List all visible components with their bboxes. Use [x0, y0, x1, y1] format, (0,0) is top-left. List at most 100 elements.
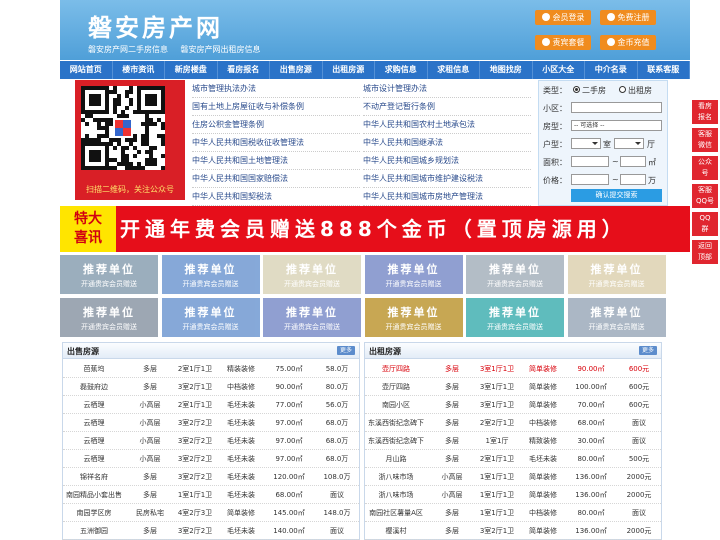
listing-cell: 毛坯未装: [529, 455, 557, 463]
register-button[interactable]: 免费注册: [600, 10, 656, 25]
news-link[interactable]: 住房公积金管理条例: [192, 116, 360, 134]
recommended-unit-ad[interactable]: 推荐单位 开通贵宾会员赠送: [161, 298, 260, 337]
news-link[interactable]: 国有土地上房屋征收与补偿条例: [192, 98, 360, 116]
news-link[interactable]: 城市设计管理办法: [363, 80, 531, 98]
news-link[interactable]: 中华人民共和国土地管理法: [192, 152, 360, 170]
radio-rent[interactable]: [619, 86, 626, 93]
listing-cell: 浙八味市场: [378, 473, 414, 481]
side-button[interactable]: 公众号: [692, 156, 718, 180]
listing-cell: 磊鼓府边: [80, 383, 108, 391]
listing-row[interactable]: 磊鼓府边 多层 3室2厅1卫 中档装修 90.00㎡ 80.0万: [63, 378, 359, 396]
listing-row[interactable]: 月山路 多层 2室1厅1卫 毛坯未装 80.00㎡ 500元: [365, 450, 661, 468]
listing-row[interactable]: 壶厅四路 多层 3室1厅1卫 简单装修 90.00㎡ 600元: [365, 360, 661, 378]
room-count-select[interactable]: [571, 138, 601, 149]
recommended-unit-ad[interactable]: 推荐单位 开通贵宾会员赠送: [60, 255, 158, 294]
nav-item[interactable]: 新房楼盘: [165, 61, 218, 79]
recommended-unit-ad[interactable]: 推荐单位 开通贵宾会员赠送: [263, 298, 361, 337]
radio-secondhand[interactable]: [573, 86, 580, 93]
news-link[interactable]: 中华人民共和国城市房地产管理法: [363, 188, 531, 206]
slogan-rent[interactable]: 磐安房产网出租房信息: [181, 45, 261, 54]
listing-cell: 面议: [632, 419, 646, 427]
listing-row[interactable]: 锦祥名府 多层 3室2厅2卫 毛坯未装 120.00㎡ 108.0万: [63, 468, 359, 486]
price-max-input[interactable]: [620, 174, 646, 185]
side-button[interactable]: 返回 顶部: [692, 240, 718, 264]
listing-row[interactable]: 南园学区房 民房私宅 4室2厅3卫 简单装修 145.00㎡ 148.0万: [63, 504, 359, 522]
site-logo[interactable]: 磐安房产网: [88, 8, 223, 43]
nav-item[interactable]: 地图找房: [480, 61, 533, 79]
side-button[interactable]: 客服 微信: [692, 128, 718, 152]
listing-cell: 南园学区房: [76, 509, 112, 517]
recommended-unit-ad[interactable]: 推荐单位 开通贵宾会员赠送: [466, 255, 564, 294]
vip-package-button[interactable]: 责宾套餐: [535, 35, 591, 50]
news-link[interactable]: 中华人民共和国国家赔偿法: [192, 170, 360, 188]
news-link[interactable]: 中华人民共和国税收征收管理法: [192, 134, 360, 152]
listing-row[interactable]: 樱溪村 多层 3室2厅1卫 简单装修 136.00㎡ 2000元: [365, 522, 661, 540]
listing-row[interactable]: 浙八味市场 小高层 1室1厅1卫 简单装修 136.00㎡ 2000元: [365, 486, 661, 504]
community-input[interactable]: [571, 102, 662, 113]
listing-cell: 多层: [445, 401, 459, 409]
room-select[interactable]: -- 可选择 --: [571, 120, 662, 131]
recharge-button[interactable]: 金币充值: [600, 35, 656, 50]
recommended-unit-ad[interactable]: 推荐单位 开通贵宾会员赠送: [567, 255, 666, 294]
hall-count-select[interactable]: [614, 138, 644, 149]
area-max-input[interactable]: [620, 156, 646, 167]
listing-cell: 面议: [632, 509, 646, 517]
promo-banner[interactable]: 特大 喜讯 开通年费会员赠送888个金币（置顶房源用）: [60, 206, 690, 252]
listing-cell: 100.00㎡: [575, 383, 607, 391]
listing-row[interactable]: 五洲御园 多层 3室2厅2卫 毛坯未装 140.00㎡ 面议: [63, 522, 359, 540]
nav-item[interactable]: 出租房源: [323, 61, 375, 79]
news-link[interactable]: 中华人民共和国继承法: [363, 134, 531, 152]
nav-item[interactable]: 中介名录: [585, 61, 638, 79]
slogan-sale[interactable]: 磐安房产网二手房信息: [88, 45, 168, 54]
listing-cell: 南园精品小套出售: [66, 491, 122, 499]
qr-caption: 扫描二维码，关注公众号: [86, 185, 174, 194]
news-link[interactable]: 城市管理执法办法: [192, 80, 360, 98]
listing-row[interactable]: 东溪西街纪念碑下 多层 2室2厅1卫 中档装修 68.00㎡ 面议: [365, 414, 661, 432]
listing-row[interactable]: 南园社区薯量A区 多层 1室1厅1卫 中档装修 80.00㎡ 面议: [365, 504, 661, 522]
news-link[interactable]: 中华人民共和国契税法: [192, 188, 360, 206]
listing-cell: 云栖理: [83, 401, 105, 409]
recommended-unit-ad[interactable]: 推荐单位 开通贵宾会员赠送: [161, 255, 260, 294]
listing-row[interactable]: 云栖理 小高层 3室2厅2卫 毛坯未装 97.00㎡ 68.0万: [63, 414, 359, 432]
qr-panel: 扫描二维码，关注公众号: [75, 80, 185, 200]
recommended-unit-ad[interactable]: 推荐单位 开通贵宾会员赠送: [263, 255, 361, 294]
sale-more-button[interactable]: 更多: [337, 346, 355, 355]
recommended-unit-ad[interactable]: 推荐单位 开通贵宾会员赠送: [567, 298, 666, 337]
listing-row[interactable]: 南园精品小套出售 多层 1室1厅1卫 毛坯未装 68.00㎡ 面议: [63, 486, 359, 504]
listing-row[interactable]: 云栖理 小高层 2室1厅1卫 毛坯未装 77.00㎡ 56.0万: [63, 396, 359, 414]
news-link[interactable]: 中华人民共和国农村土地承包法: [363, 116, 531, 134]
listing-row[interactable]: 云栖理 小高层 3室2厅2卫 毛坯未装 97.00㎡ 68.0万: [63, 432, 359, 450]
listing-row[interactable]: 芭蕉坞 多层 2室1厅1卫 精装装修 75.00㎡ 58.0万: [63, 360, 359, 378]
nav-item[interactable]: 求租信息: [428, 61, 480, 79]
listing-row[interactable]: 东溪西街纪念碑下 多层 1室1厅 精致装修 30.00㎡ 面议: [365, 432, 661, 450]
area-min-input[interactable]: [571, 156, 609, 167]
side-button[interactable]: 看房 报名: [692, 100, 718, 124]
nav-item[interactable]: 小区大全: [533, 61, 585, 79]
news-link[interactable]: 不动产登记暂行条例: [363, 98, 531, 116]
radio-secondhand-label: 二手房: [582, 86, 606, 95]
login-button[interactable]: 会员登录: [535, 10, 591, 25]
listing-row[interactable]: 南园小区 多层 3室1厅1卫 简单装修 70.00㎡ 600元: [365, 396, 661, 414]
recommended-unit-ad[interactable]: 推荐单位 开通贵宾会员赠送: [466, 298, 564, 337]
recommended-unit-ad[interactable]: 推荐单位 开通贵宾会员赠送: [364, 298, 463, 337]
news-link[interactable]: 中华人民共和国城市维护建设税法: [363, 170, 531, 188]
listing-row[interactable]: 云栖理 小高层 3室2厅2卫 毛坯未装 97.00㎡ 68.0万: [63, 450, 359, 468]
nav-item[interactable]: 网站首页: [60, 61, 113, 79]
listing-row[interactable]: 浙八味市场 小高层 1室1厅1卫 简单装修 136.00㎡ 2000元: [365, 468, 661, 486]
nav-item[interactable]: 看房报名: [218, 61, 270, 79]
side-button[interactable]: 客服 QQ号: [692, 184, 718, 208]
listing-cell: 3室2厅1卫: [177, 383, 213, 391]
side-button[interactable]: QQ 群: [692, 212, 718, 236]
listing-row[interactable]: 壶厅四路 多层 3室1厅1卫 简单装修 100.00㎡ 600元: [365, 378, 661, 396]
rent-more-button[interactable]: 更多: [639, 346, 657, 355]
search-submit-button[interactable]: 确认提交搜索: [571, 189, 662, 202]
price-min-input[interactable]: [571, 174, 609, 185]
news-link[interactable]: 中华人民共和国城乡规划法: [363, 152, 531, 170]
nav-item[interactable]: 楼市资讯: [113, 61, 165, 79]
recommended-unit-ad[interactable]: 推荐单位 开通贵宾会员赠送: [364, 255, 463, 294]
recommended-unit-ad[interactable]: 推荐单位 开通贵宾会员赠送: [60, 298, 158, 337]
nav-item[interactable]: 求购信息: [375, 61, 428, 79]
nav-item[interactable]: 联系客服: [638, 61, 690, 79]
nav-item[interactable]: 出售房源: [270, 61, 323, 79]
listing-cell: 80.0万: [325, 383, 349, 391]
